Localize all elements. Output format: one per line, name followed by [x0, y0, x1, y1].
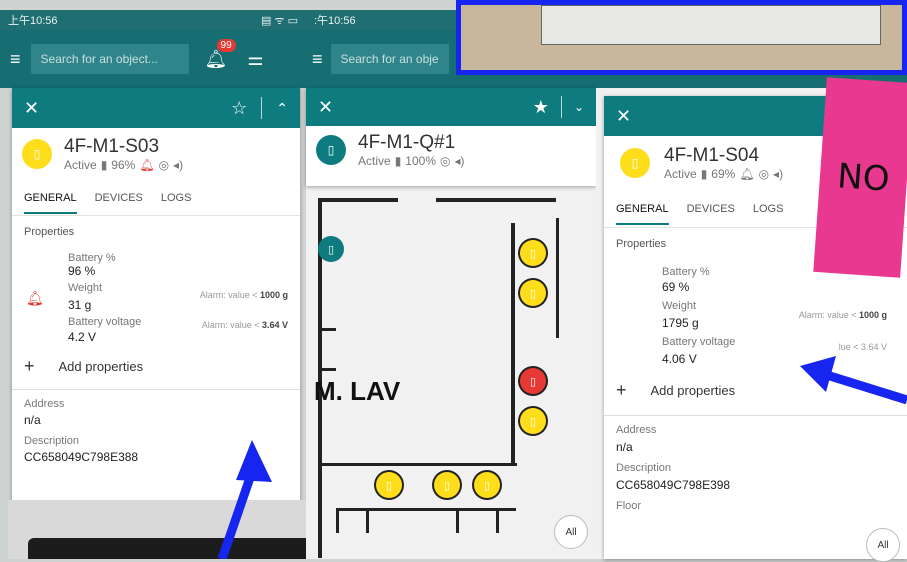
arrow-left — [217, 440, 272, 559]
arrow-right — [800, 356, 907, 405]
annotation-arrows — [217, 356, 907, 559]
